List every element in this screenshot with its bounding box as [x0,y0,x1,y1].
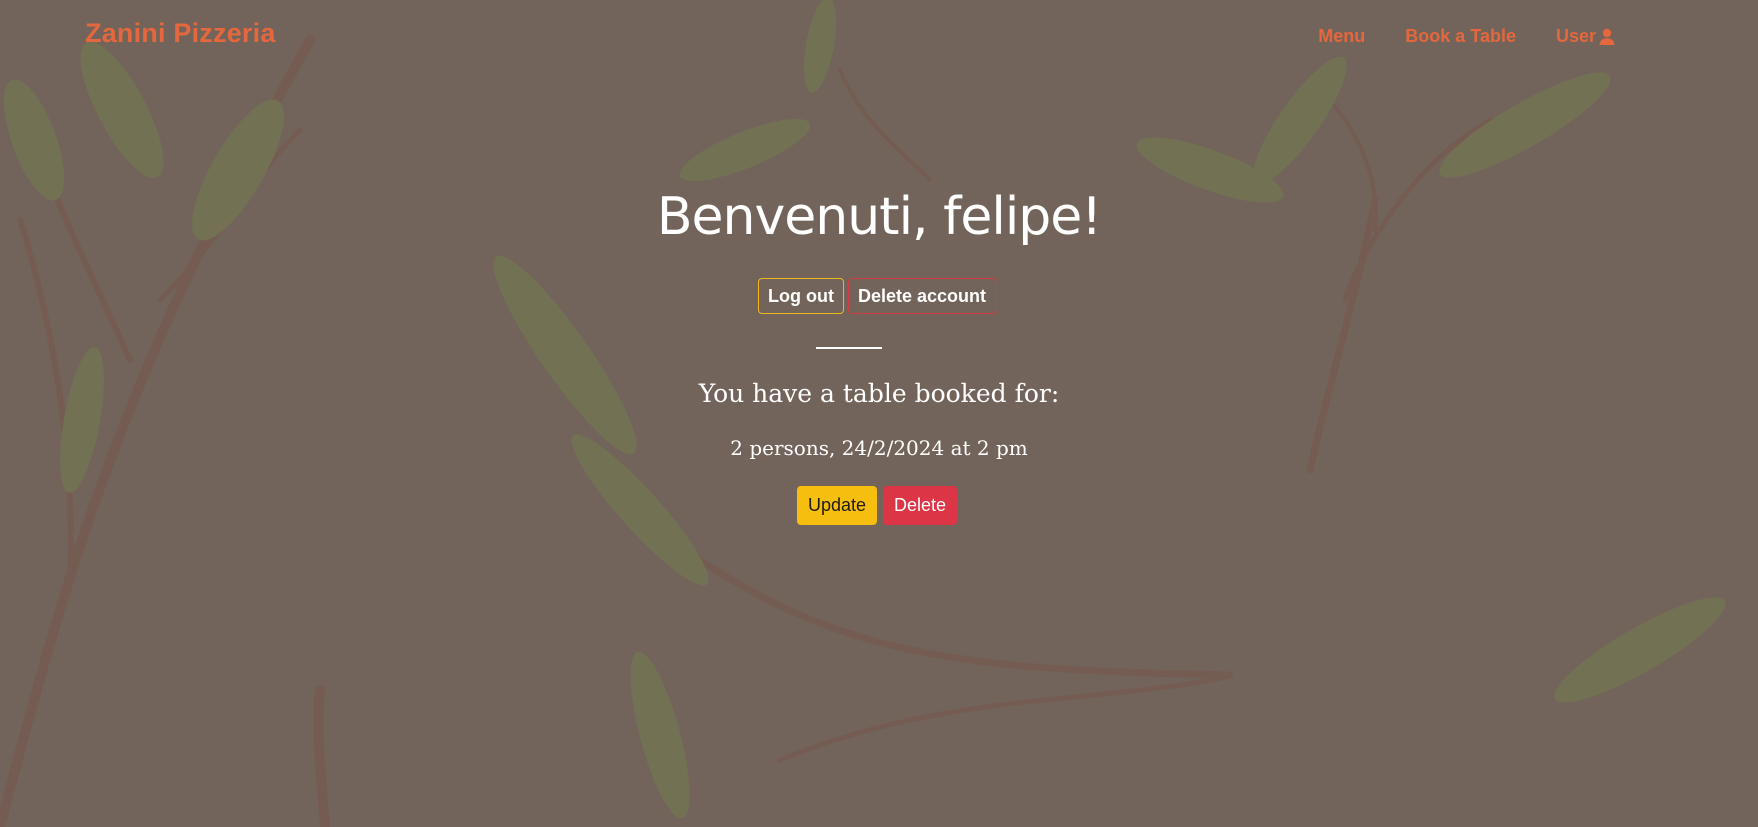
delete-account-button[interactable]: Delete account [847,278,997,314]
background-overlay [0,0,1758,827]
nav-link-menu[interactable]: Menu [1318,26,1365,47]
navbar: Zanini Pizzeria Menu Book a Table User [0,0,1758,76]
nav-links: Menu Book a Table User [1318,26,1616,47]
update-booking-button[interactable]: Update [796,486,877,525]
nav-link-user-label: User [1555,26,1596,46]
nav-link-book-table[interactable]: Book a Table [1405,26,1516,47]
booking-actions: Update Delete [0,486,1756,525]
logout-button[interactable]: Log out [757,278,844,314]
booking-details: 2 persons, 24/2/2024 at 2 pm [730,436,1028,460]
booking-label: You have a table booked for: [698,379,1060,408]
nav-link-user[interactable]: User [1556,26,1616,47]
brand-link[interactable]: Zanini Pizzeria [85,18,276,49]
user-icon [1599,28,1615,45]
welcome-heading: Benvenuti, felipe! [656,187,1102,247]
delete-booking-button[interactable]: Delete [883,486,958,525]
account-actions: Log out Delete account [0,278,1756,314]
section-divider [816,347,882,349]
